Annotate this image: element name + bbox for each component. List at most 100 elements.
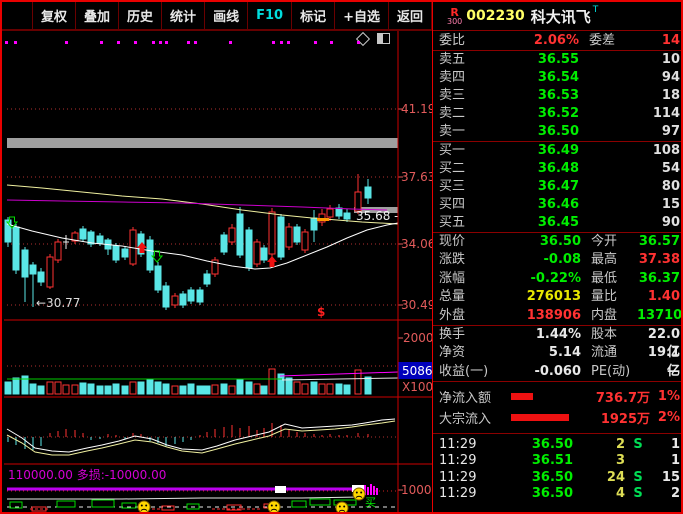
overlay-rect — [370, 484, 372, 495]
trade-row: 11:29 36.50 24 S 15 — [439, 469, 680, 485]
stock-name: 科大讯飞 — [530, 7, 591, 26]
signal-dot — [159, 41, 162, 44]
signal-box — [309, 498, 331, 506]
candle-body — [46, 256, 54, 288]
volume-bar — [245, 381, 253, 395]
volume-bar — [364, 376, 372, 395]
volume-bar — [71, 384, 79, 395]
volume-bar — [29, 383, 37, 395]
candle-body — [162, 285, 170, 308]
ask-row-1[interactable]: 卖一 36.50 97 — [433, 123, 681, 141]
bid-row-2[interactable]: 买二 36.48 54 — [433, 160, 681, 178]
candle-body — [228, 227, 236, 243]
candle-body — [187, 289, 195, 302]
bid-row-4[interactable]: 买四 36.46 15 — [433, 196, 681, 214]
signal-dot — [272, 41, 275, 44]
signal-dot — [280, 41, 283, 44]
ma-line — [7, 496, 361, 500]
quote-stats-1: 现价 36.50 今开 36.57 涨跌 -0.08 最高 37.38 涨幅 -0.22% 最低… — [433, 233, 681, 326]
tick-trades-list: 11:29 36.50 2 S 1 11:29 36.51 3 1 11:29 36.50 24 S… — [433, 434, 681, 512]
ma-line — [6, 418, 396, 453]
block-inflow-bar — [511, 414, 569, 422]
volume-bar — [179, 385, 187, 395]
weicha-value: 14 — [661, 33, 680, 48]
chart-label: 35.68 - — [356, 209, 399, 223]
weibi-section: 委比 2.06% 委差 14 — [433, 31, 681, 51]
volume-bar — [343, 384, 351, 395]
ask-row-2[interactable]: 卖二 36.52 114 — [433, 105, 681, 123]
volume-bar — [46, 381, 54, 395]
chart-label: 20000 — [403, 331, 432, 345]
highlight-bar — [7, 138, 398, 148]
candle-body — [245, 229, 253, 269]
volume-bar — [236, 379, 244, 395]
volume-bar — [154, 381, 162, 395]
bid-row-5[interactable]: 买五 36.45 90 — [433, 214, 681, 232]
chart-label: 34.06 — [401, 237, 432, 251]
chart-label: 37.63 — [401, 170, 432, 184]
chart-label: 30.49 — [401, 298, 432, 312]
volume-bar — [301, 383, 309, 395]
volume-bar — [335, 383, 343, 395]
chart-label: X100 — [402, 380, 432, 394]
bid-levels: 买一 36.49 108 买二 36.48 54 买三 36.47 80 买四 36.46 15… — [433, 142, 681, 233]
volume-bar — [203, 385, 211, 395]
smiley-icon — [137, 500, 151, 512]
volume-bar — [253, 383, 261, 395]
signal-box — [91, 499, 115, 508]
stat-row: 涨跌 -0.08 最高 37.38 — [439, 252, 680, 268]
volume-bar — [87, 383, 95, 395]
trade-row: 11:29 36.50 4 S 2 — [439, 485, 680, 501]
ma-line — [281, 377, 399, 381]
volume-bar — [104, 385, 112, 395]
bid-row-1[interactable]: 买一 36.49 108 — [433, 142, 681, 160]
ask-row-3[interactable]: 卖三 36.53 18 — [433, 87, 681, 105]
signal-dot — [287, 41, 290, 44]
quote-stats-2: 换手 1.44% 股本 22.0亿 净资 5.14 流通 19.1亿 收益(一) -0.060… — [433, 326, 681, 383]
volume-bar — [37, 385, 45, 395]
candle-body — [37, 271, 45, 283]
chart-canvas: 41.19 37.63 34.06 30.49 20000 5086 X100 10000 ←3… — [2, 29, 432, 512]
candle-body — [96, 235, 104, 244]
fund-flow-section: 净流入额 736.7万 1% 大宗流入 1925万 2% — [433, 382, 681, 435]
volume-bar — [228, 385, 236, 395]
net-inflow-row: 净流入额 736.7万 1% — [433, 386, 681, 407]
buy-arrow-icon — [267, 256, 277, 267]
candle-body — [335, 207, 343, 217]
index-flag: 300 — [447, 16, 463, 26]
ask-row-4[interactable]: 卖四 36.54 94 — [433, 69, 681, 87]
candle-body — [364, 186, 372, 199]
candle-body — [29, 264, 37, 275]
volume-bar — [326, 383, 334, 395]
bid-row-3[interactable]: 买三 36.47 80 — [433, 178, 681, 196]
candle-body — [121, 248, 129, 258]
candle-body — [220, 234, 228, 253]
net-inflow-pct: 1% — [657, 389, 680, 405]
overlay-rect — [317, 218, 329, 221]
candle-body — [285, 226, 293, 248]
signal-box — [31, 506, 47, 512]
trade-row: 11:29 36.51 3 1 — [439, 453, 680, 469]
candle-body — [236, 213, 244, 256]
smiley-icon — [352, 487, 366, 501]
candle-body — [79, 228, 87, 240]
volume-bar — [318, 383, 326, 395]
overlay-rect — [275, 486, 286, 493]
volume-bar — [310, 381, 318, 395]
volume-bar — [79, 382, 87, 395]
candle-body — [154, 265, 162, 291]
weibi-row: 委比 2.06% 委差 14 — [433, 31, 681, 50]
candle-body — [343, 212, 351, 220]
volume-bar — [293, 381, 301, 395]
ask-row-5[interactable]: 卖五 36.55 10 — [433, 51, 681, 69]
signal-dot — [65, 41, 68, 44]
candle-body — [12, 226, 20, 271]
signal-dot — [187, 41, 190, 44]
block-inflow-value: 1925万 — [600, 412, 650, 428]
chart-label: 110000.00 多损:-10000.00 — [8, 468, 166, 482]
chart-label: $ — [317, 305, 325, 319]
candle-body — [54, 241, 62, 261]
chart-label: 10000 — [401, 483, 432, 497]
signal-dot — [194, 41, 197, 44]
block-inflow-pct: 2% — [657, 410, 680, 426]
